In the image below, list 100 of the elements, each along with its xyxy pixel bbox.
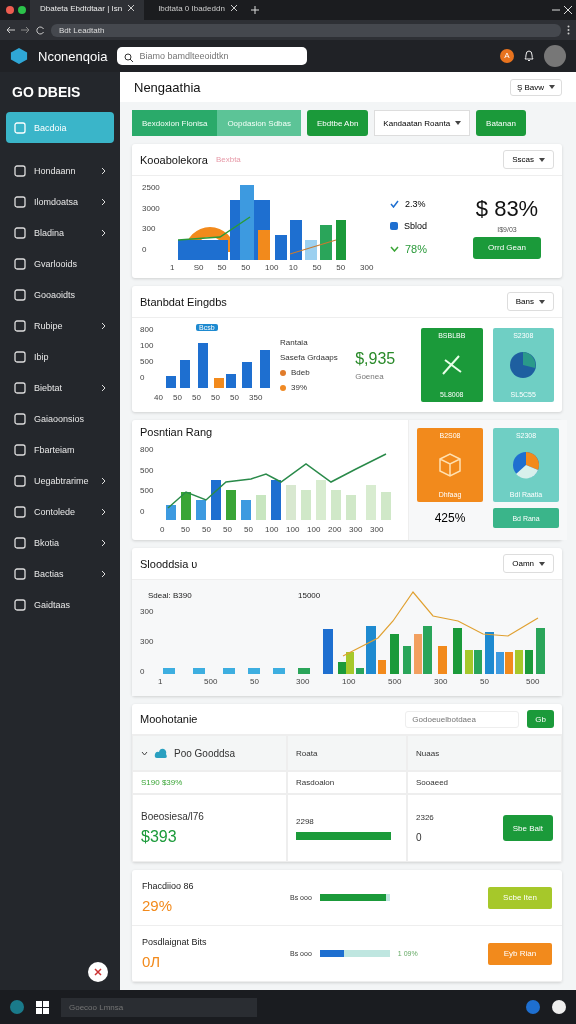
- chart-bar: [260, 350, 270, 388]
- sidebar-item[interactable]: Hondaann: [6, 155, 114, 186]
- sidebar-item[interactable]: Ibip: [6, 341, 114, 372]
- sidebar-item[interactable]: Gaiaoonsios: [6, 403, 114, 434]
- square-icon: [14, 381, 26, 394]
- chart-bar: [298, 668, 310, 674]
- minimize-icon[interactable]: [552, 6, 560, 14]
- card-title: Slooddsia υ: [140, 557, 198, 570]
- axis-label: 0: [142, 245, 147, 254]
- chart-bar: [226, 374, 236, 388]
- axis-label: 200: [328, 525, 342, 534]
- action-button[interactable]: Orrd Gean: [473, 236, 541, 259]
- maximize-window-icon[interactable]: [18, 6, 26, 14]
- axis-label: 50: [312, 263, 322, 272]
- close-window-icon[interactable]: [6, 6, 14, 14]
- axis-label: 50: [173, 393, 182, 402]
- filter-dropdown[interactable]: Bans: [506, 292, 554, 311]
- avatar[interactable]: [544, 45, 566, 67]
- address-bar[interactable]: Bdt Leadtath: [51, 23, 561, 37]
- more-menu-icon[interactable]: [567, 25, 570, 35]
- windows-icon[interactable]: [36, 1000, 49, 1014]
- view-dropdown[interactable]: Ş Bavw: [509, 78, 562, 96]
- chart-bar: [163, 668, 175, 674]
- sidebar-item[interactable]: Gaidtaas: [6, 589, 114, 620]
- close-icon[interactable]: [564, 6, 572, 14]
- help-button[interactable]: [88, 962, 108, 982]
- chart-bar: [336, 220, 346, 260]
- card-title: Btanbdat Eingdbs: [140, 295, 227, 308]
- axis-label: 1: [170, 263, 175, 272]
- chart-bar: [273, 668, 285, 674]
- search-button[interactable]: Gb: [527, 710, 554, 728]
- report-dropdown[interactable]: Kandaatan Roanta: [374, 110, 471, 136]
- sidebar-item[interactable]: Gooaoidts: [6, 279, 114, 310]
- chart-bar: [381, 492, 391, 520]
- axis-label: 0: [160, 525, 165, 534]
- chart-bar: [181, 492, 191, 520]
- sidebar-item[interactable]: Bladina: [6, 217, 114, 248]
- taskbar-search-field[interactable]: Goecoo Lmnsa: [61, 997, 257, 1017]
- sidebar-item[interactable]: Bactias: [6, 558, 114, 589]
- column-header: Nuaas: [407, 735, 562, 771]
- sidebar-item[interactable]: Rubipe: [6, 310, 114, 341]
- sidebar-item[interactable]: Biebtat: [6, 372, 114, 403]
- plus-icon[interactable]: [250, 6, 259, 14]
- sidebar-item[interactable]: Fbarteiam: [6, 434, 114, 465]
- action-button[interactable]: Ebdtbe Abn: [307, 110, 369, 136]
- browser-icon[interactable]: [526, 1000, 540, 1014]
- close-icon[interactable]: [128, 5, 135, 11]
- axis-label: 800: [140, 445, 154, 454]
- table-search-field[interactable]: Godoeuelbotdaea: [405, 710, 520, 728]
- back-arrow-icon[interactable]: [6, 26, 15, 34]
- sidebar-item[interactable]: Uegabtrarime: [6, 465, 114, 496]
- sidebar-item[interactable]: Ilomdoatsa: [6, 186, 114, 217]
- forward-arrow-icon[interactable]: [21, 26, 30, 34]
- period-dropdown[interactable]: Sscas: [503, 150, 554, 169]
- reload-icon[interactable]: [36, 25, 45, 35]
- axis-label: 300: [142, 224, 156, 234]
- sidebar-item[interactable]: Bkotia: [6, 527, 114, 558]
- search-dropdown[interactable]: Oamn: [503, 554, 554, 573]
- chart-bar: [346, 495, 356, 520]
- primary-button[interactable]: Batanan: [476, 110, 526, 136]
- axis-label: 300: [140, 607, 154, 616]
- legend-subtitle: Sasefa Grdaaps: [280, 353, 339, 362]
- box-icon: [436, 451, 464, 479]
- square-icon: [14, 505, 26, 518]
- axis-label: 300: [434, 677, 448, 686]
- sidebar-item[interactable]: Contolede: [6, 496, 114, 527]
- chart-bar: [423, 626, 432, 674]
- axis-label: 800: [140, 325, 154, 334]
- square-icon: [14, 443, 26, 456]
- axis-label: 50: [217, 263, 227, 272]
- start-icon[interactable]: [10, 1000, 24, 1014]
- caret-icon: [539, 299, 545, 304]
- square-icon: [14, 536, 26, 549]
- sidebar-item[interactable]: Gvarlooids: [6, 248, 114, 279]
- axis-label: 0: [140, 373, 145, 382]
- close-icon[interactable]: [230, 5, 237, 11]
- table-group-title: Poo Gooddsa: [174, 747, 236, 759]
- stat-value: Sblod: [404, 221, 428, 231]
- axis-label: 40: [154, 393, 163, 402]
- chart-bar: [248, 668, 260, 674]
- chart-bar: [271, 480, 281, 520]
- square-icon: [14, 288, 26, 301]
- axis-label: 50: [223, 525, 232, 534]
- square-icon: [14, 226, 26, 239]
- browser-tab[interactable]: Dbateta Ebdtdtaar | Isn: [30, 0, 145, 20]
- axis-label: 300: [360, 263, 374, 272]
- card-title: Moohotanie: [140, 713, 198, 725]
- pie-chart-icon: [511, 450, 541, 480]
- chevron-down-icon[interactable]: [141, 750, 148, 756]
- app-icon[interactable]: [552, 1000, 566, 1014]
- chart-bar: [180, 360, 190, 388]
- action-button[interactable]: Sbe Bait: [502, 815, 553, 841]
- axis-label: 300: [370, 525, 384, 534]
- search-field[interactable]: Biamo bamdlteeoidtkn: [117, 47, 308, 65]
- chart-bar: [178, 240, 228, 260]
- chart-bar: [453, 628, 462, 674]
- chart-bar: [378, 660, 386, 674]
- legend-title: Rantaia: [280, 338, 309, 347]
- bell-icon[interactable]: [524, 50, 534, 62]
- chart-label: 15000: [298, 591, 321, 600]
